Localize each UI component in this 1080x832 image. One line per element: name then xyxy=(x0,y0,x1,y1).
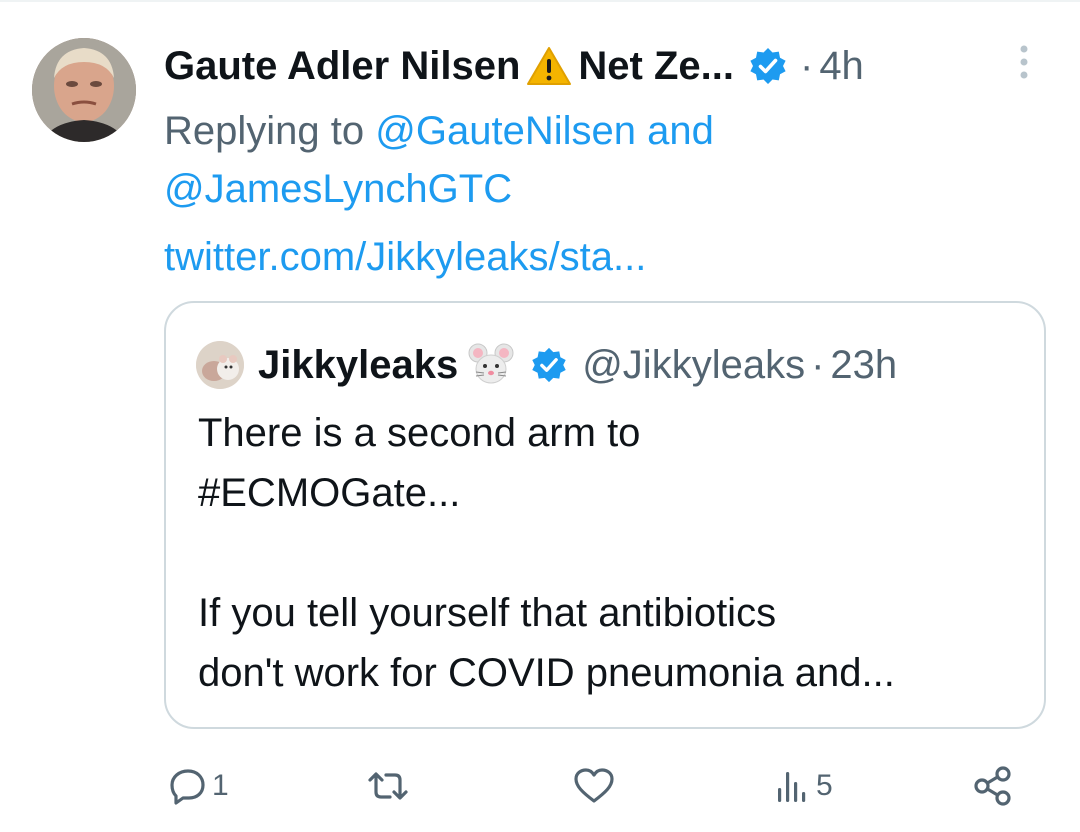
reply-icon xyxy=(170,769,205,805)
heart-icon xyxy=(574,768,614,803)
verified-badge-icon[interactable] xyxy=(530,346,568,384)
quote-author-handle[interactable]: @Jikkyleaks xyxy=(582,343,805,388)
quote-avatar[interactable] xyxy=(196,341,244,389)
tweet-header: Gaute Adler Nilsen Net Ze... · 4h xyxy=(164,40,864,92)
retweet-button[interactable] xyxy=(364,756,416,816)
author-avatar[interactable] xyxy=(32,38,136,142)
more-vertical-icon[interactable] xyxy=(1014,44,1034,80)
top-divider xyxy=(0,0,1080,2)
reply-mention-2[interactable]: @JamesLynchGTC xyxy=(164,167,512,211)
tweet-timestamp[interactable]: 4h xyxy=(819,40,864,92)
reply-button[interactable]: 1 xyxy=(168,756,229,816)
reply-mentions[interactable]: @GauteNilsen and xyxy=(375,109,714,153)
verified-badge-icon[interactable] xyxy=(748,46,788,86)
quote-tweet-card[interactable]: Jikkyleaks @Jikkyleaks · 23h There is a … xyxy=(164,301,1046,729)
warning-icon xyxy=(526,46,572,86)
author-name[interactable]: Gaute Adler Nilsen xyxy=(164,40,520,92)
views-count: 5 xyxy=(816,769,833,802)
quote-author-name[interactable]: Jikkyleaks xyxy=(258,343,458,388)
separator-dot: · xyxy=(799,44,814,88)
share-button[interactable] xyxy=(972,756,1014,816)
tweet-action-bar: 1 5 xyxy=(0,756,1080,816)
author-name-suffix[interactable]: Net Ze... xyxy=(578,40,734,92)
tweet-link[interactable]: twitter.com/Jikkyleaks/sta... xyxy=(164,228,646,286)
separator-dot: · xyxy=(811,342,825,387)
replying-to: Replying to @GauteNilsen and @JamesLynch… xyxy=(164,102,964,218)
mouse-face-icon xyxy=(468,342,514,388)
share-icon xyxy=(974,766,1011,806)
reply-count: 1 xyxy=(212,769,229,802)
replying-to-label: Replying to xyxy=(164,109,365,153)
quote-timestamp[interactable]: 23h xyxy=(830,343,897,388)
quote-body-text: There is a second arm to #ECMOGate... If… xyxy=(198,411,895,695)
quote-header: Jikkyleaks @Jikkyleaks · 23h xyxy=(196,337,897,393)
views-icon xyxy=(778,772,806,802)
retweet-icon xyxy=(368,772,408,800)
views-button[interactable]: 5 xyxy=(772,756,833,816)
like-button[interactable] xyxy=(572,756,620,816)
